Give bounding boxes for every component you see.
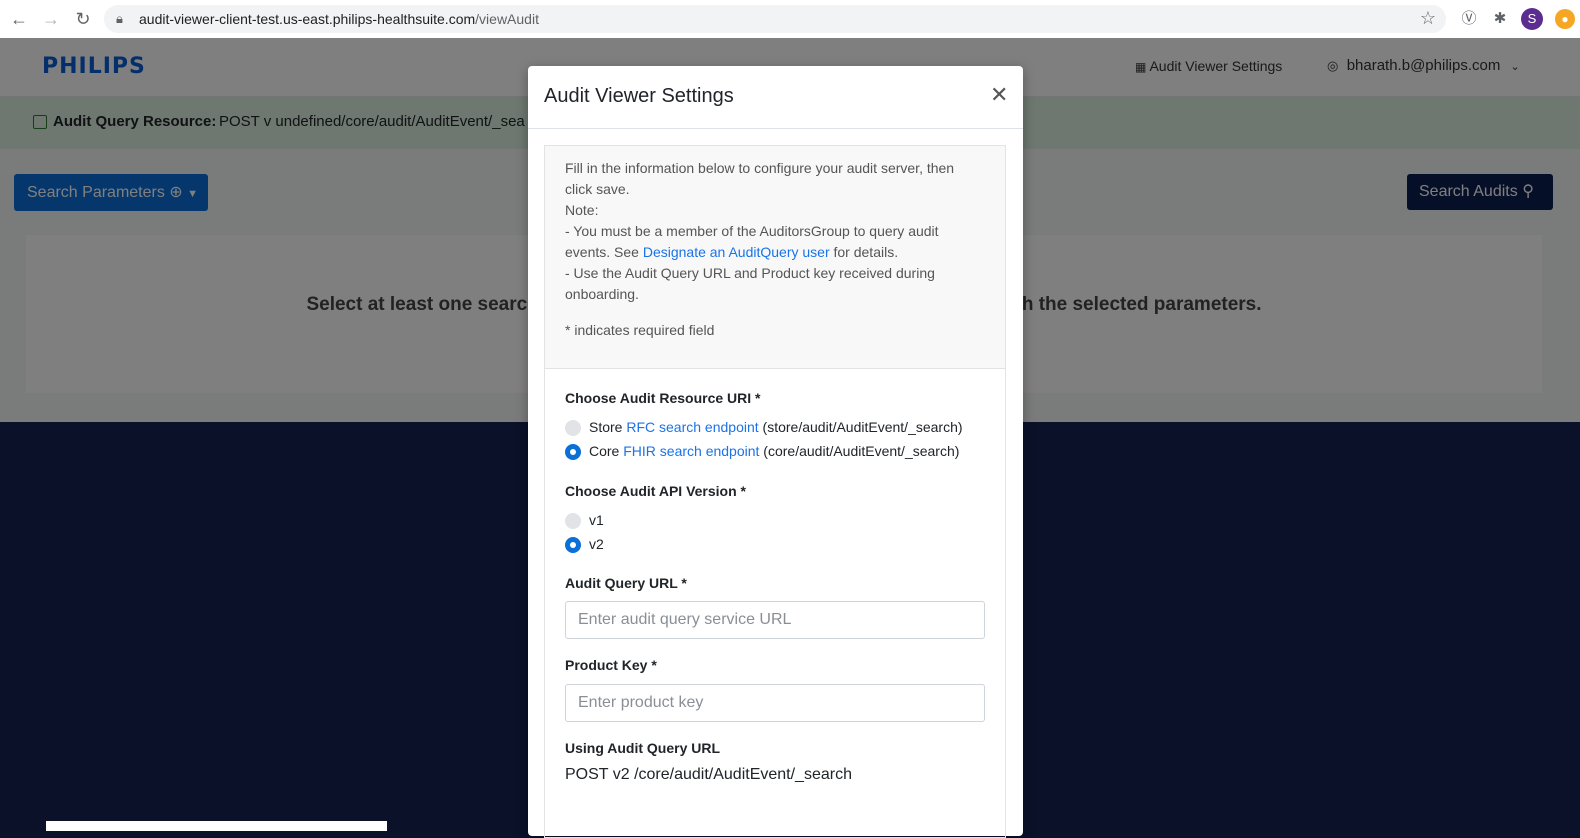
close-icon[interactable]: ✕ bbox=[990, 82, 1008, 108]
puzzle-extensions-icon[interactable]: ✱ bbox=[1490, 9, 1510, 29]
api-version-label: Choose Audit API Version * bbox=[565, 483, 746, 499]
info-line1: Fill in the information below to configu… bbox=[565, 160, 955, 197]
designate-auditquery-user-link[interactable]: Designate an AuditQuery user bbox=[643, 244, 830, 260]
core-fhir-radio[interactable] bbox=[565, 444, 581, 460]
lock-icon: 🔒︎ bbox=[116, 11, 123, 26]
bottom-strip bbox=[46, 821, 387, 831]
modal-title: Audit Viewer Settings bbox=[544, 85, 734, 107]
settings-modal: Audit Viewer Settings ✕ Fill in the info… bbox=[528, 66, 1023, 838]
store-rfc-option[interactable]: Store RFC search endpoint (store/audit/A… bbox=[589, 419, 963, 435]
browser-toolbar: ← → ↻ 🔒︎ audit-viewer-client-test.us-eas… bbox=[0, 0, 1580, 39]
product-key-label: Product Key * bbox=[565, 657, 657, 673]
store-suffix: (store/audit/AuditEvent/_search) bbox=[758, 419, 963, 435]
required-note: * indicates required field bbox=[565, 322, 715, 338]
bullet1-post: for details. bbox=[829, 244, 899, 260]
info-note: Note: bbox=[565, 202, 599, 218]
using-url-label: Using Audit Query URL bbox=[565, 740, 721, 756]
v2-radio[interactable] bbox=[565, 537, 581, 553]
url-host: audit-viewer-client-test.us-east.philips… bbox=[139, 11, 476, 27]
using-url-value: POST v2 /core/audit/AuditEvent/_search bbox=[565, 766, 852, 783]
info-panel: Fill in the information below to configu… bbox=[544, 145, 1006, 369]
extension-badge-icon[interactable]: ● bbox=[1555, 9, 1575, 29]
reload-icon[interactable]: ↻ bbox=[73, 9, 93, 29]
query-url-input[interactable] bbox=[565, 601, 985, 639]
rfc-search-endpoint-link[interactable]: RFC search endpoint bbox=[626, 419, 758, 435]
info-bullet1: - You must be a member of the AuditorsGr… bbox=[565, 221, 985, 263]
store-rfc-radio[interactable] bbox=[565, 420, 581, 436]
profile-avatar[interactable]: S bbox=[1521, 8, 1543, 30]
forward-arrow-icon[interactable]: → bbox=[41, 9, 61, 29]
address-bar[interactable]: 🔒︎ audit-viewer-client-test.us-east.phil… bbox=[104, 5, 1446, 33]
back-arrow-icon[interactable]: ← bbox=[9, 9, 29, 29]
v1-label[interactable]: v1 bbox=[589, 512, 604, 528]
core-fhir-option[interactable]: Core FHIR search endpoint (core/audit/Au… bbox=[589, 443, 959, 459]
store-prefix: Store bbox=[589, 419, 627, 435]
v2-label[interactable]: v2 bbox=[589, 536, 604, 552]
v1-radio[interactable] bbox=[565, 513, 581, 529]
core-suffix: (core/audit/AuditEvent/_search) bbox=[759, 443, 960, 459]
product-key-input[interactable] bbox=[565, 684, 985, 722]
settings-form: Choose Audit Resource URI * Store RFC se… bbox=[544, 368, 1006, 838]
info-bullet2: - Use the Audit Query URL and Product ke… bbox=[565, 265, 935, 302]
bookmark-star-icon[interactable]: ☆ bbox=[1420, 8, 1436, 29]
url-text: audit-viewer-client-test.us-east.philips… bbox=[139, 11, 539, 27]
resource-uri-label: Choose Audit Resource URI * bbox=[565, 390, 761, 406]
vivaldi-extension-icon[interactable]: Ⓥ bbox=[1459, 9, 1479, 29]
fhir-search-endpoint-link[interactable]: FHIR search endpoint bbox=[623, 443, 759, 459]
query-url-label: Audit Query URL * bbox=[565, 575, 687, 591]
modal-header: Audit Viewer Settings ✕ bbox=[528, 66, 1023, 129]
core-prefix: Core bbox=[589, 443, 624, 459]
url-path: /viewAudit bbox=[475, 11, 539, 27]
